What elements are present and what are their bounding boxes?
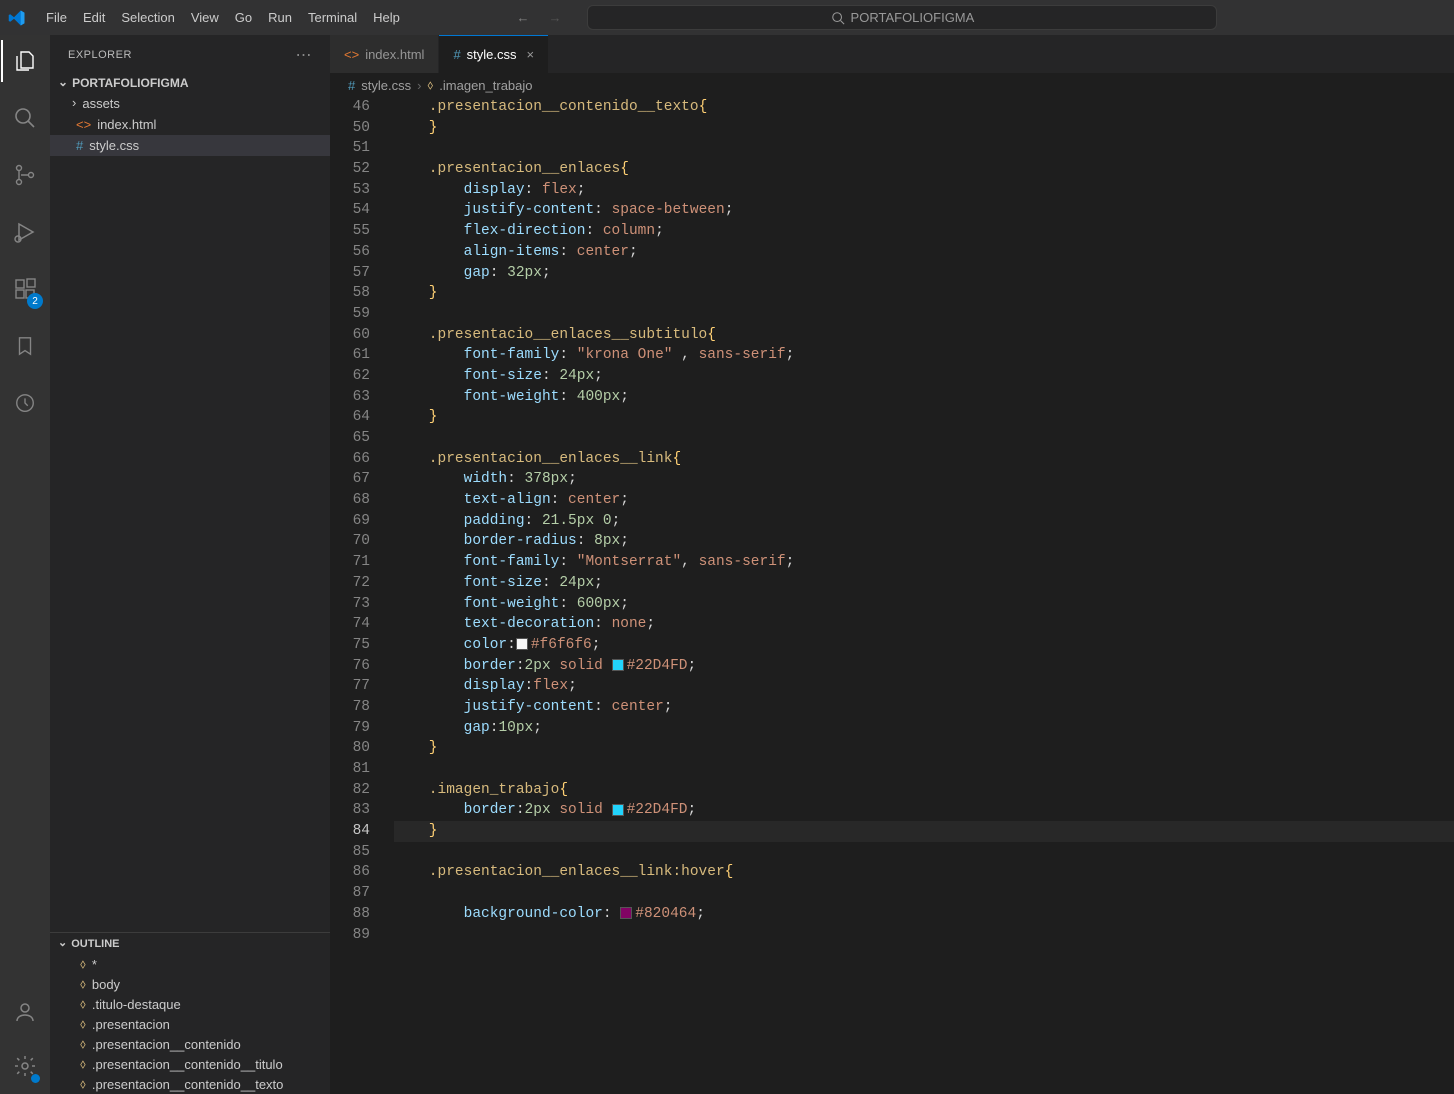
editor-tabs: <> index.html # style.css × [330,35,1454,73]
activity-run-debug-icon[interactable] [1,216,49,248]
symbol-icon: ⬨ [80,956,86,972]
tab-label: style.css [467,47,517,62]
file-label: index.html [97,117,156,132]
sidebar: EXPLORER ⋯ ⌄ PORTAFOLIOFIGMA › assets <>… [50,35,330,1094]
outline-label: .titulo-destaque [92,997,181,1012]
editor-area: <> index.html # style.css × # style.css … [330,35,1454,1094]
activity-bookmark-icon[interactable] [1,330,49,362]
outline-label: .presentacion [92,1017,170,1032]
extensions-badge: 2 [27,293,43,309]
outline-label: * [92,957,97,972]
tree-item-file-style[interactable]: # style.css [50,135,330,156]
menu-bar: FileEditSelectionViewGoRunTerminalHelp [38,6,408,29]
breadcrumb-file: style.css [361,78,411,93]
breadcrumbs[interactable]: # style.css › ⬨ .imagen_trabajo [330,73,1454,97]
outline-label: body [92,977,120,992]
sidebar-more-icon[interactable]: ⋯ [296,45,313,65]
sidebar-header: EXPLORER ⋯ [50,35,330,73]
code-editor[interactable]: 4650515253545556575859606162636465666768… [330,97,1454,1094]
outline-item[interactable]: ⬨ .titulo-destaque [50,994,330,1014]
close-icon[interactable]: × [527,47,535,62]
activity-extensions-icon[interactable]: 2 [1,273,49,305]
tab-label: index.html [365,47,424,62]
titlebar: FileEditSelectionViewGoRunTerminalHelp ←… [0,0,1454,35]
activity-explorer-icon[interactable] [1,45,49,77]
symbol-icon: ⬨ [80,1076,86,1092]
breadcrumb-symbol: .imagen_trabajo [439,78,532,93]
menu-edit[interactable]: Edit [75,6,113,29]
activity-timeline-icon[interactable] [1,387,49,419]
menu-file[interactable]: File [38,6,75,29]
menu-go[interactable]: Go [227,6,260,29]
menu-run[interactable]: Run [260,6,300,29]
tree-item-folder-assets[interactable]: › assets [50,93,330,114]
outline-item[interactable]: ⬨ body [50,974,330,994]
css-file-icon: # [453,47,460,62]
css-file-icon: # [76,138,83,153]
line-number-gutter: 4650515253545556575859606162636465666768… [330,97,392,1094]
menu-view[interactable]: View [183,6,227,29]
outline-item[interactable]: ⬨ .presentacion__contenido__titulo [50,1054,330,1074]
outline-label: .presentacion__contenido__texto [92,1077,284,1092]
menu-selection[interactable]: Selection [113,6,182,29]
outline-label: .presentacion__contenido__titulo [92,1057,283,1072]
search-text: PORTAFOLIOFIGMA [851,10,975,25]
css-file-icon: # [348,78,355,93]
outline-item[interactable]: ⬨ .presentacion [50,1014,330,1034]
menu-help[interactable]: Help [365,6,408,29]
symbol-icon: ⬨ [80,996,86,1012]
chevron-right-icon: › [417,78,421,93]
folder-label: assets [82,96,120,111]
sidebar-title: EXPLORER [68,49,132,61]
command-center-search[interactable]: PORTAFOLIOFIGMA [587,5,1217,30]
activity-accounts-icon[interactable] [1,996,49,1028]
nav-forward-icon[interactable]: → [548,10,561,25]
project-name: PORTAFOLIOFIGMA [72,76,188,90]
file-tree: › assets <> index.html # style.css [50,93,330,932]
activity-search-icon[interactable] [1,102,49,134]
vscode-logo-icon [8,9,26,27]
settings-badge [31,1074,40,1083]
code-content[interactable]: .presentacion__contenido__texto{ } .pres… [392,97,1454,1094]
tab-style-css[interactable]: # style.css × [439,35,549,73]
outline-label: .presentacion__contenido [92,1037,241,1052]
symbol-icon: ⬨ [80,976,86,992]
project-folder-header[interactable]: ⌄ PORTAFOLIOFIGMA [50,73,330,93]
outline-item[interactable]: ⬨ .presentacion__contenido [50,1034,330,1054]
html-file-icon: <> [76,117,91,132]
outline-item[interactable]: ⬨ .presentacion__contenido__texto [50,1074,330,1094]
chevron-right-icon: › [72,95,76,110]
tree-item-file-index[interactable]: <> index.html [50,114,330,135]
symbol-icon: ⬨ [80,1036,86,1052]
symbol-icon: ⬨ [80,1016,86,1032]
search-icon [831,11,845,25]
file-label: style.css [89,138,139,153]
menu-terminal[interactable]: Terminal [300,6,365,29]
symbol-icon: ⬨ [80,1056,86,1072]
tab-index-html[interactable]: <> index.html [330,35,439,73]
activity-settings-icon[interactable] [1,1050,49,1082]
nav-arrows: ← → [516,10,561,25]
chevron-down-icon: ⌄ [58,75,68,89]
nav-back-icon[interactable]: ← [516,10,529,25]
activity-bar: 2 [0,35,50,1094]
activity-source-control-icon[interactable] [1,159,49,191]
outline-item[interactable]: ⬨* [50,954,330,974]
outline-section: ⌄ OUTLINE ⬨*⬨body⬨.titulo-destaque⬨.pres… [50,932,330,1094]
outline-title: OUTLINE [71,938,119,950]
chevron-down-icon: ⌄ [58,936,67,949]
symbol-icon: ⬨ [427,77,433,93]
outline-header[interactable]: ⌄ OUTLINE [50,933,330,954]
html-file-icon: <> [344,47,359,62]
